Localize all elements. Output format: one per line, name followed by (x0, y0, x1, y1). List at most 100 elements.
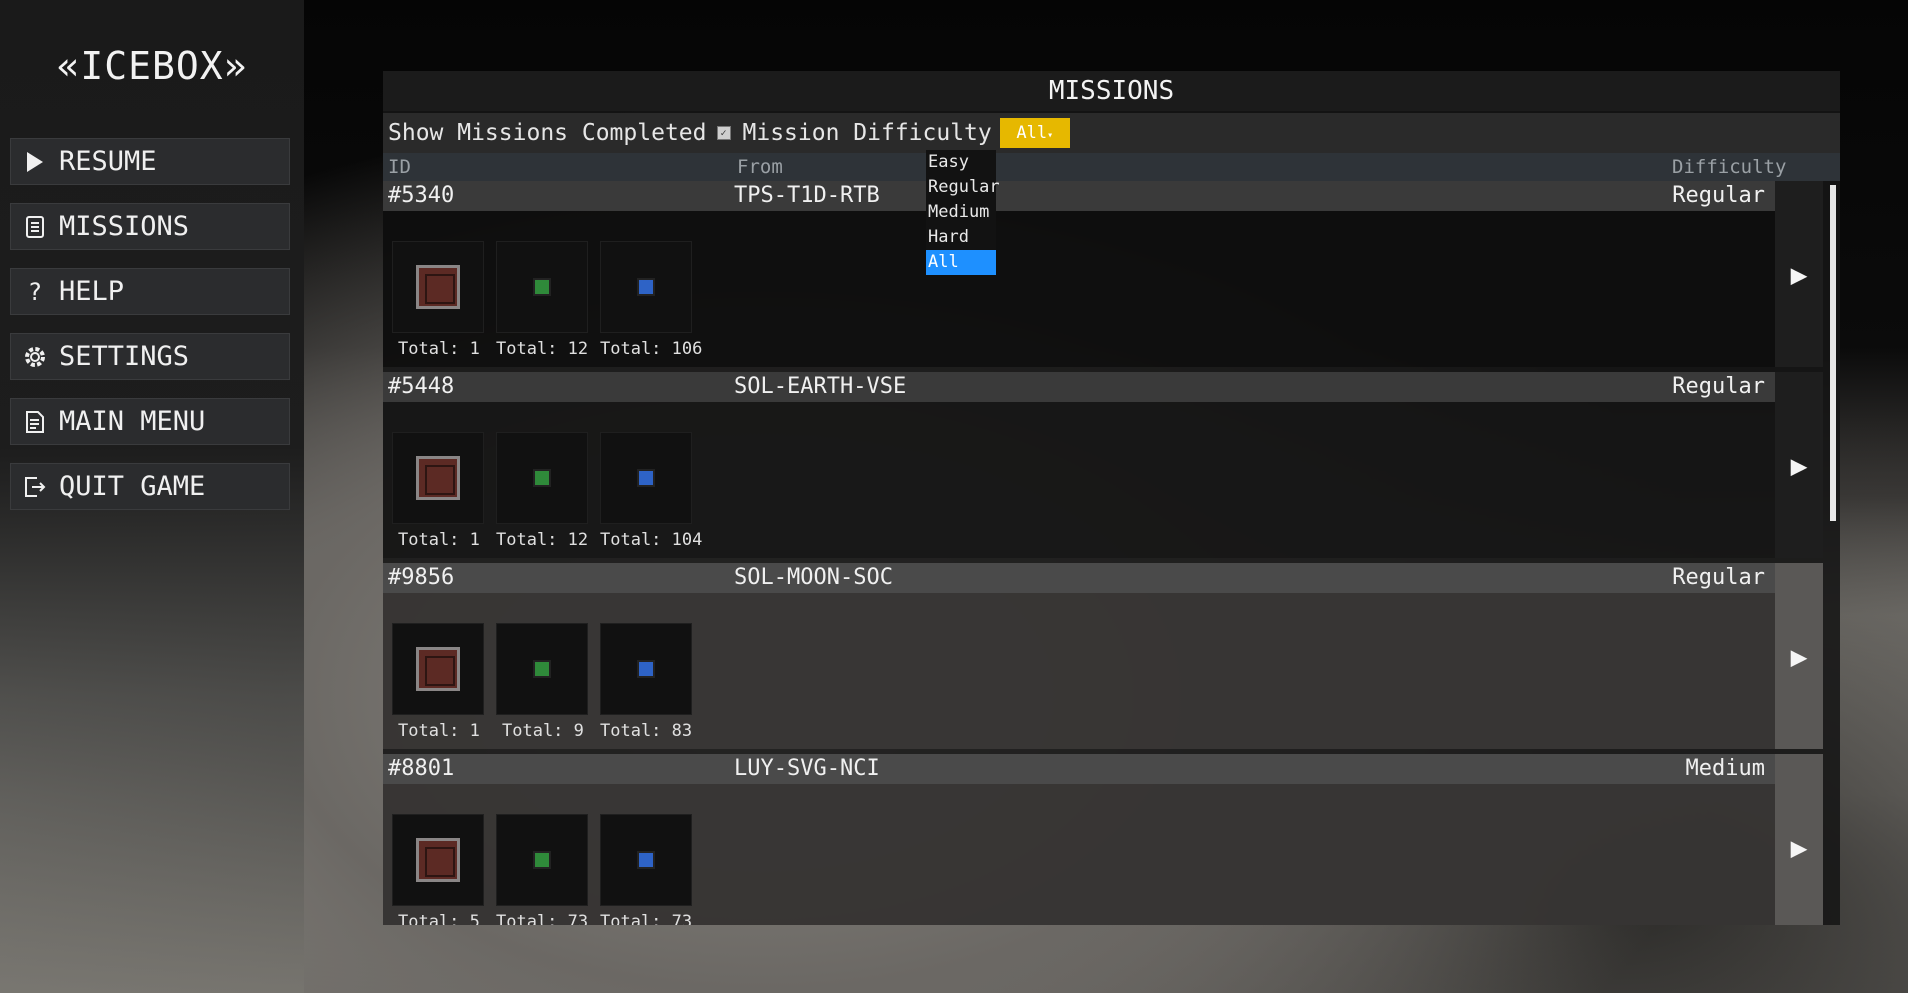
difficulty-option-easy[interactable]: Easy (926, 150, 996, 175)
missions-label: MISSIONS (59, 211, 190, 242)
open-mission-button[interactable]: ▶ (1775, 563, 1823, 749)
mission-difficulty: Regular (1672, 183, 1765, 208)
mission-row[interactable]: #9856 SOL-MOON-SOC Regular Total: 1 Tota… (383, 563, 1823, 749)
green-cube-icon (496, 241, 588, 333)
cargo-item: Total: 9 (496, 623, 589, 741)
cargo-item: Total: 73 (600, 814, 693, 925)
col-difficulty: Difficulty (1672, 156, 1787, 178)
difficulty-label: Mission Difficulty (742, 120, 992, 146)
difficulty-option-hard[interactable]: Hard (926, 225, 996, 250)
mission-row[interactable]: #5448 SOL-EARTH-VSE Regular Total: 1 Tot… (383, 372, 1823, 558)
help-button[interactable]: ? HELP (10, 268, 290, 315)
open-mission-button[interactable]: ▶ (1775, 181, 1823, 367)
crate-icon (392, 241, 484, 333)
panel-title: MISSIONS (383, 71, 1840, 111)
quit-game-label: QUIT GAME (59, 471, 206, 502)
resume-button[interactable]: RESUME (10, 138, 290, 185)
play-icon (23, 150, 47, 174)
mission-from: LUY-SVG-NCI (734, 756, 880, 781)
open-mission-button[interactable]: ▶ (1775, 754, 1823, 925)
blue-cube-icon (600, 432, 692, 524)
cargo-item: Total: 12 (496, 241, 589, 359)
play-icon: ▶ (1790, 639, 1808, 673)
mission-from: SOL-MOON-SOC (734, 565, 893, 590)
column-header: ID From Difficulty (383, 153, 1840, 181)
gear-icon (23, 345, 47, 369)
cargo-item: Total: 12 (496, 432, 589, 550)
mission-row-header: #5448 SOL-EARTH-VSE Regular (383, 372, 1775, 402)
cargo-item: Total: 1 (392, 241, 485, 359)
cargo-item: Total: 5 (392, 814, 485, 925)
crate-icon (392, 432, 484, 524)
game-logo: «ICEBOX» (56, 44, 248, 88)
main-menu-label: MAIN MENU (59, 406, 206, 437)
settings-button[interactable]: SETTINGS (10, 333, 290, 380)
mission-id: #9856 (388, 565, 455, 590)
cargo-item: Total: 104 (600, 432, 703, 550)
crate-icon (392, 623, 484, 715)
mission-id: #5340 (388, 183, 455, 208)
missions-panel: MISSIONS Show Missions Completed ✓ Missi… (383, 71, 1840, 925)
mission-row-header: #9856 SOL-MOON-SOC Regular (383, 563, 1775, 593)
cargo-item: Total: 1 (392, 623, 485, 741)
missions-button[interactable]: MISSIONS (10, 203, 290, 250)
item-total: Total: 73 (496, 912, 589, 925)
col-id: ID (388, 156, 411, 178)
mission-row-body: Total: 1 Total: 9 Total: 83 (383, 593, 1775, 749)
filter-bar: Show Missions Completed ✓ Mission Diffic… (383, 113, 1840, 153)
item-total: Total: 73 (600, 912, 693, 925)
play-icon: ▶ (1790, 448, 1808, 482)
item-total: Total: 12 (496, 530, 589, 550)
mission-from: TPS-T1D-RTB (734, 183, 880, 208)
col-from: From (737, 156, 783, 178)
crate-icon (392, 814, 484, 906)
blue-cube-icon (600, 814, 692, 906)
difficulty-selected-value: All (1016, 123, 1048, 143)
item-total: Total: 1 (398, 530, 480, 550)
show-completed-label: Show Missions Completed (388, 120, 707, 146)
cargo-item: Total: 83 (600, 623, 693, 741)
green-cube-icon (496, 814, 588, 906)
question-icon: ? (27, 277, 43, 306)
mission-row[interactable]: #8801 LUY-SVG-NCI Medium Total: 5 Total:… (383, 754, 1823, 925)
mission-row-header: #5340 TPS-T1D-RTB Regular (383, 181, 1775, 211)
list-icon (23, 215, 47, 239)
mission-row-body: Total: 1 Total: 12 Total: 106 (383, 211, 1775, 367)
blue-cube-icon (600, 623, 692, 715)
mission-difficulty: Regular (1672, 565, 1765, 590)
quit-game-button[interactable]: QUIT GAME (10, 463, 290, 510)
cargo-item: Total: 1 (392, 432, 485, 550)
item-total: Total: 12 (496, 339, 589, 359)
mission-row-body: Total: 1 Total: 12 Total: 104 (383, 402, 1775, 558)
settings-label: SETTINGS (59, 341, 190, 372)
help-label: HELP (59, 276, 125, 307)
mission-row[interactable]: #5340 TPS-T1D-RTB Regular Total: 1 Total… (383, 181, 1823, 367)
play-icon: ▶ (1790, 830, 1808, 864)
difficulty-dropdown[interactable]: All▾ (999, 118, 1070, 148)
item-total: Total: 5 (398, 912, 480, 925)
exit-icon (23, 475, 47, 499)
mission-list: #5340 TPS-T1D-RTB Regular Total: 1 Total… (383, 181, 1823, 925)
cargo-item: Total: 73 (496, 814, 589, 925)
main-menu-button[interactable]: MAIN MENU (10, 398, 290, 445)
play-icon: ▶ (1790, 257, 1808, 291)
item-total: Total: 83 (600, 721, 693, 741)
mission-difficulty: Medium (1685, 756, 1765, 781)
mission-from: SOL-EARTH-VSE (734, 374, 907, 399)
mission-id: #5448 (388, 374, 455, 399)
item-total: Total: 106 (600, 339, 703, 359)
cargo-item: Total: 106 (600, 241, 703, 359)
sidebar: «ICEBOX» RESUME MISSIONS ? HELP SETTINGS… (0, 0, 304, 993)
open-mission-button[interactable]: ▶ (1775, 372, 1823, 558)
difficulty-option-medium[interactable]: Medium (926, 200, 996, 225)
difficulty-option-all[interactable]: All (926, 250, 996, 275)
resume-label: RESUME (59, 146, 157, 177)
difficulty-dropdown-list: Easy Regular Medium Hard All (926, 150, 1000, 275)
item-total: Total: 104 (600, 530, 703, 550)
item-total: Total: 9 (502, 721, 584, 741)
scrollbar[interactable] (1830, 185, 1836, 521)
difficulty-option-regular[interactable]: Regular (926, 175, 1000, 200)
mission-id: #8801 (388, 756, 455, 781)
green-cube-icon (496, 432, 588, 524)
show-completed-checkbox[interactable]: ✓ (716, 126, 731, 140)
